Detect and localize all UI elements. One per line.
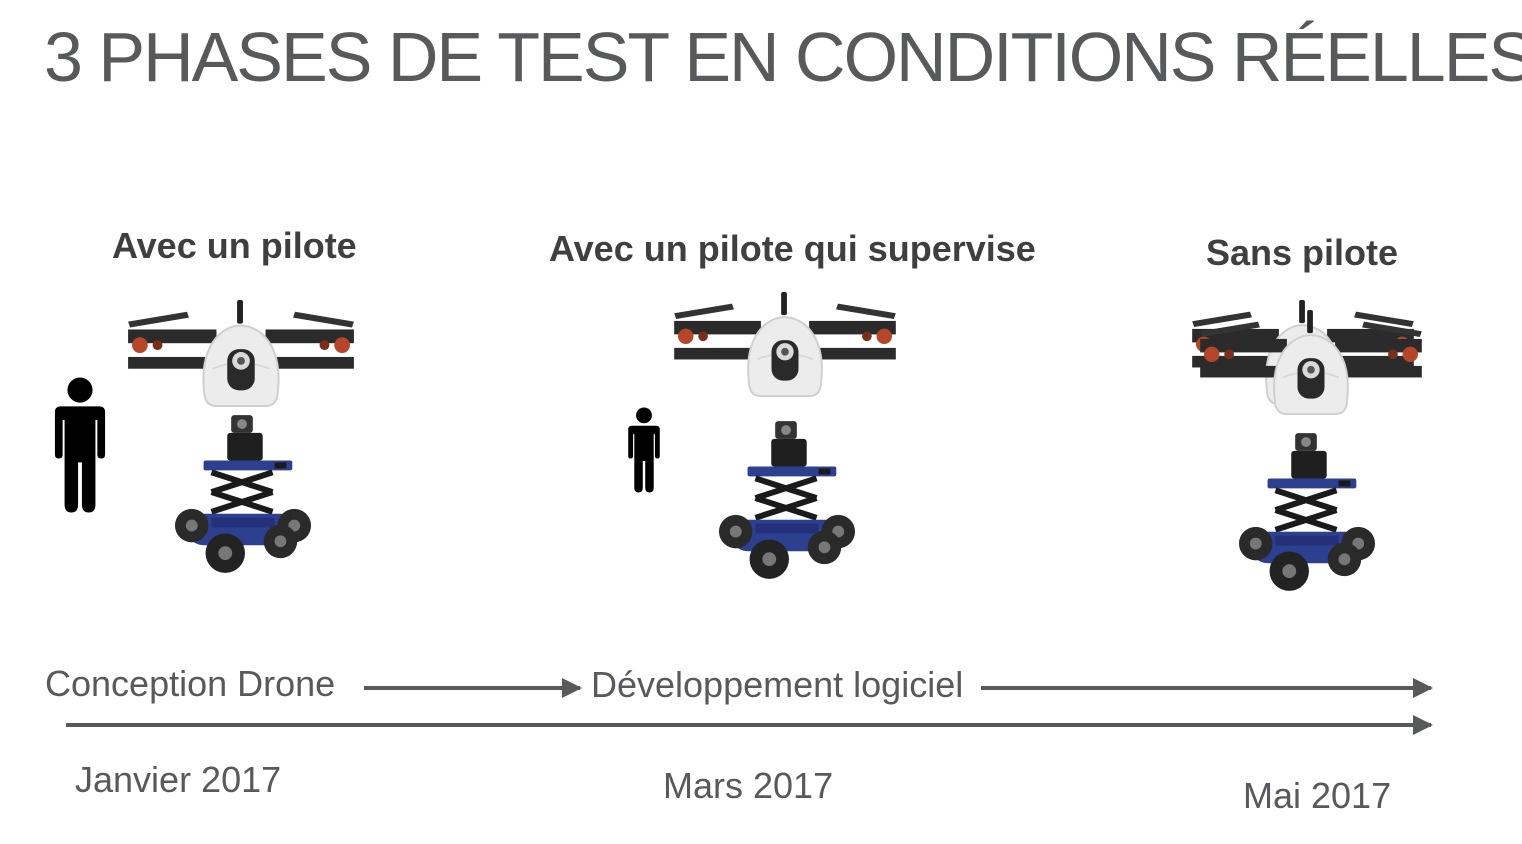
date-mai-2017: Mai 2017	[1243, 775, 1392, 816]
date-mars-2017: Mars 2017	[663, 765, 834, 806]
timeline-arrows	[66, 678, 1433, 735]
date-janvier-2017: Janvier 2017	[75, 759, 282, 800]
